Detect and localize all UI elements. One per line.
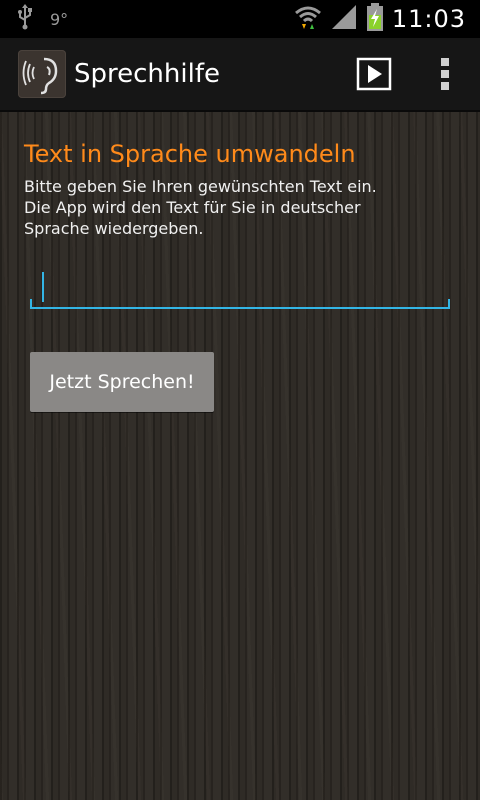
main-content: Text in Sprache umwandeln Bitte geben Si… bbox=[0, 112, 480, 800]
headline: Text in Sprache umwandeln bbox=[24, 140, 356, 168]
input-underline-right-tick bbox=[448, 299, 450, 309]
speak-now-button[interactable]: Jetzt Sprechen! bbox=[30, 352, 214, 412]
wifi-icon bbox=[294, 4, 322, 34]
clock: 11:03 bbox=[391, 5, 466, 33]
input-underline bbox=[30, 307, 450, 309]
description-line: Sprache wiedergeben. bbox=[24, 219, 204, 238]
text-cursor bbox=[42, 272, 44, 302]
status-bar: 9° 11:03 bbox=[0, 0, 480, 38]
description-line: Bitte geben Sie Ihren gewünschten Text e… bbox=[24, 177, 377, 196]
usb-icon bbox=[14, 4, 36, 34]
description: Bitte geben Sie Ihren gewünschten Text e… bbox=[24, 176, 464, 239]
text-input[interactable] bbox=[30, 262, 450, 308]
ear-icon[interactable] bbox=[18, 50, 66, 98]
text-input-wrapper[interactable] bbox=[30, 262, 450, 310]
action-bar: Sprechhilfe bbox=[0, 38, 480, 112]
overflow-menu-icon bbox=[441, 58, 449, 90]
signal-icon bbox=[330, 4, 358, 34]
battery-charging-icon bbox=[366, 3, 384, 35]
input-underline-left-tick bbox=[30, 299, 32, 309]
play-button[interactable] bbox=[338, 38, 410, 110]
description-line: Die App wird den Text für Sie in deutsch… bbox=[24, 198, 361, 217]
app-title: Sprechhilfe bbox=[74, 59, 220, 89]
notification-number: 9° bbox=[50, 9, 69, 29]
overflow-menu-button[interactable] bbox=[410, 38, 480, 110]
play-icon bbox=[356, 57, 392, 91]
